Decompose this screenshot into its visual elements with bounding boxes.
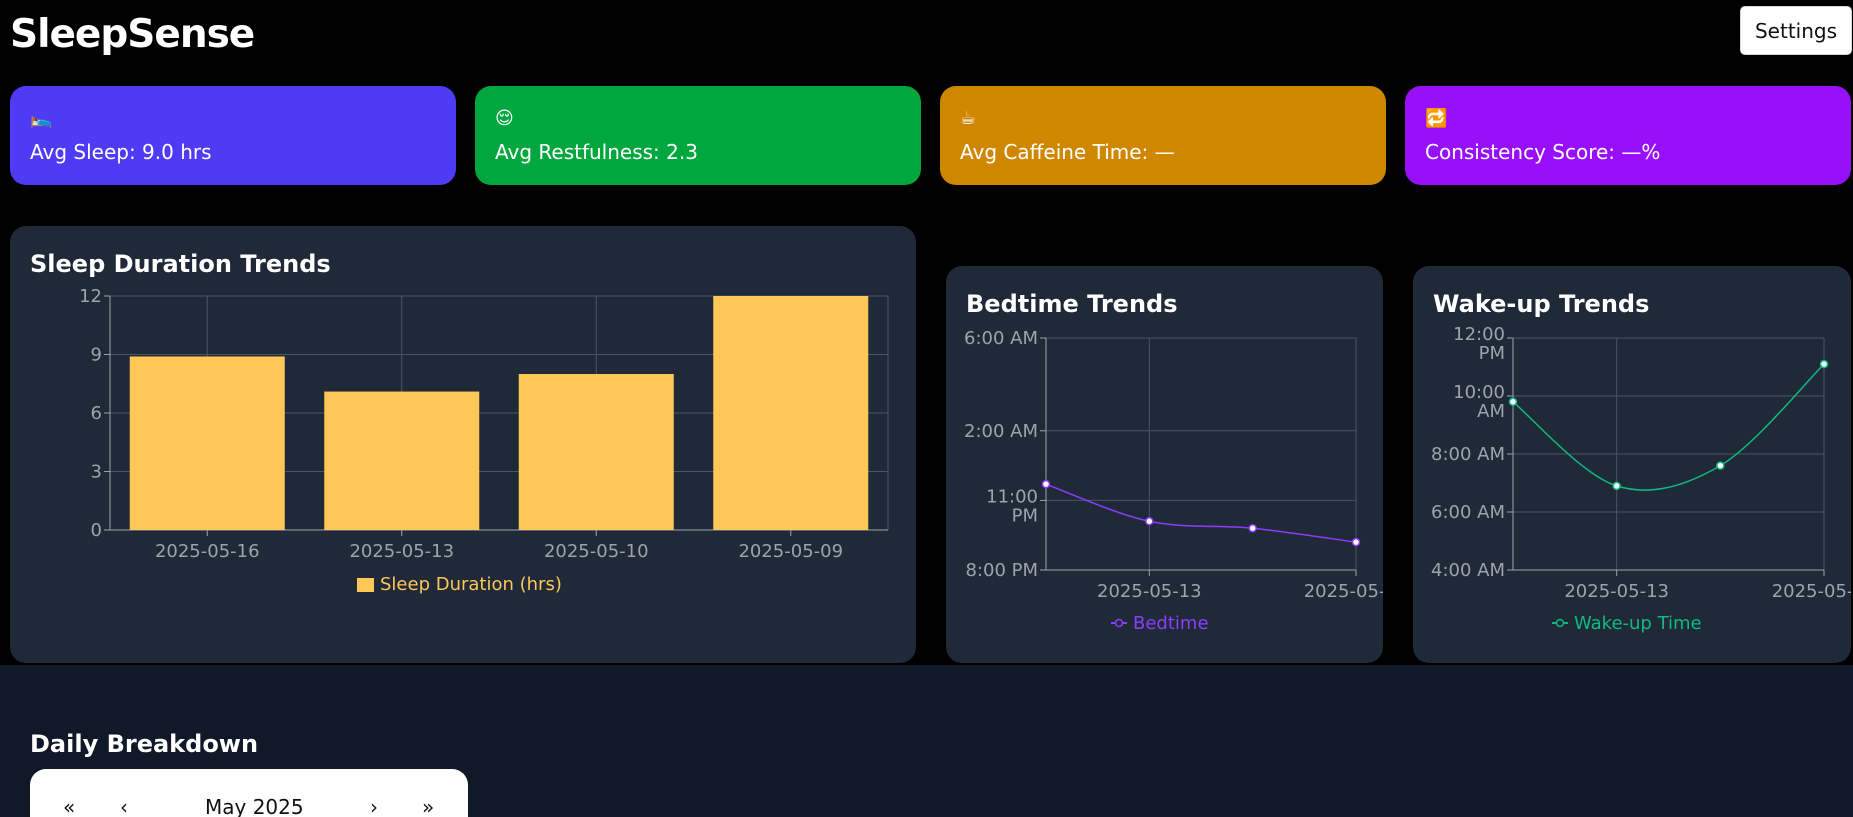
coffee-icon: ☕ [960,108,977,129]
bar [129,356,285,530]
stat-text: Avg Sleep: 9.0 hrs [30,140,212,164]
data-point [1351,537,1361,547]
legend-label: Wake-up Time [1574,613,1702,634]
stat-card-avg-caffeine: ☕ Avg Caffeine Time: — [940,86,1386,185]
y-tick-label: 11:00 PM [986,486,1038,526]
wakeup-panel: Wake-up Trends 4:00 AM 6:00 AM 8:00 AM 10:0… [1413,266,1851,663]
stat-card-avg-sleep: 🛌 Avg Sleep: 9.0 hrs [10,86,456,185]
prev-year-button[interactable]: « [63,795,75,817]
sleep-duration-chart: 0 3 6 9 12 2025-05-16 2025-05-13 2025-05-10 2025… [79,286,889,595]
bar [518,374,674,530]
data-point [1041,479,1051,489]
calendar-month-label[interactable]: May 2025 [205,795,304,817]
daily-breakdown-title: Daily Breakdown [30,730,259,758]
y-tick-label: 8:00 AM [1431,444,1505,465]
y-tick-label: 2:00 AM [964,421,1038,442]
data-point [1145,517,1154,526]
repeat-icon: 🔁 [1425,108,1448,129]
y-tick-label: 6:00 AM [1431,502,1505,523]
bed-icon: 🛌 [30,108,53,129]
x-tick-label: 2025-05-13 [1564,581,1669,602]
stat-text: Avg Caffeine Time: — [960,140,1175,164]
stat-card-consistency: 🔁 Consistency Score: —% [1405,86,1851,185]
legend-marker [1555,618,1565,628]
y-tick-label: 4:00 AM [1431,560,1505,581]
data-point [1612,481,1621,491]
data-point [1248,523,1257,533]
stat-text: Avg Restfulness: 2.3 [495,140,698,164]
bedtime-panel: Bedtime Trends 8:00 PM 11:00 PM 2:00 AM 6:00… [946,266,1383,663]
y-tick-label: 6 [91,403,102,424]
settings-button[interactable]: Settings [1740,6,1852,55]
x-tick-label: 2025-05-10 [544,541,649,562]
next-month-button[interactable]: › [370,795,378,817]
y-tick-label: 0 [91,520,102,541]
x-tick-label: 2025-05-09 [1772,581,1851,602]
x-tick-label: 2025-05-13 [1097,581,1202,602]
calendar: « ‹ May 2025 › » [30,769,468,817]
series-line [1512,363,1825,491]
bar [324,391,480,530]
legend-label: Sleep Duration (hrs) [380,574,562,595]
series-line [1045,483,1357,543]
y-tick-label: 10:00 AM [1453,382,1505,422]
legend-swatch [357,578,374,592]
data-point [1819,359,1829,369]
x-tick-label: 2025-05-13 [349,541,454,562]
y-tick-label: 9 [91,345,102,366]
bedtime-chart: 8:00 PM 11:00 PM 2:00 AM 6:00 AM 2025-05-13 20… [964,328,1383,634]
app-title: SleepSense [10,12,255,57]
y-tick-label: 3 [91,462,102,483]
next-year-button[interactable]: » [422,795,434,817]
x-tick-label: 2025-05-16 [155,541,260,562]
y-tick-label: 8:00 PM [965,560,1038,581]
wakeup-chart: 4:00 AM 6:00 AM 8:00 AM 10:00 AM 12:00 PM 2025-… [1431,324,1851,634]
y-tick-label: 12 [79,286,102,307]
y-tick-label: 6:00 AM [964,328,1038,349]
legend-label: Bedtime [1133,613,1209,634]
sleep-duration-panel: Sleep Duration Trends 0 3 6 9 12 2025-05-16 20… [10,226,916,663]
x-tick-label: 2025-05-09 [738,541,843,562]
stat-card-avg-restfulness: 😌 Avg Restfulness: 2.3 [475,86,921,185]
data-point [1716,461,1725,470]
data-point [1508,397,1518,407]
x-tick-label: 2025-05-09 [1304,581,1383,602]
legend-marker [1114,618,1124,628]
prev-month-button[interactable]: ‹ [120,795,128,817]
stat-text: Consistency Score: —% [1425,140,1661,164]
y-tick-label: 12:00 PM [1453,324,1505,364]
relieved-face-icon: 😌 [495,108,514,129]
bar [713,296,869,530]
